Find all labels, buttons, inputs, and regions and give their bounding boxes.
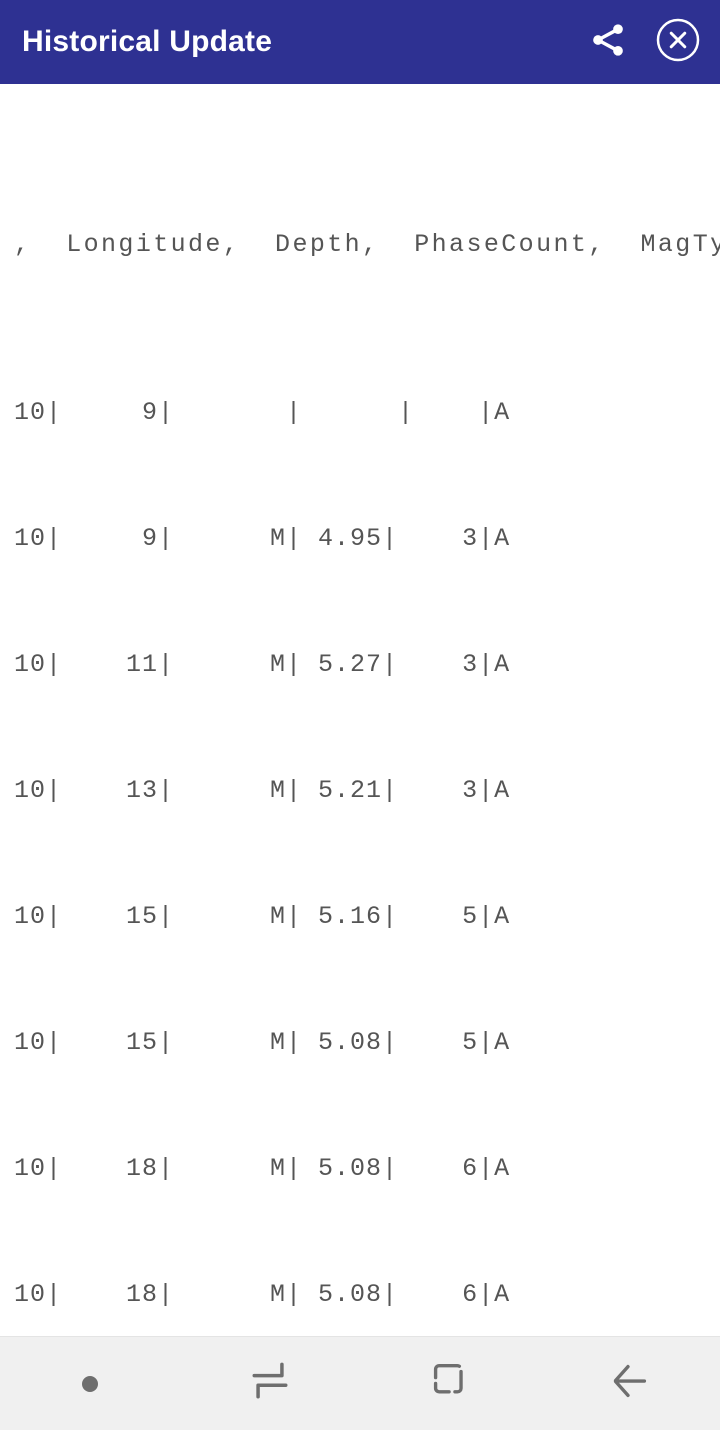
share-button[interactable]: [584, 18, 632, 66]
table-row: 10| 13| M| 5.21| 3|A: [14, 776, 511, 805]
table-row: 10| 11| M| 5.27| 3|A: [14, 650, 511, 679]
app-screen: Historical Update , Longitude, Depth, Ph…: [0, 0, 720, 1430]
table-header-row: , Longitude, Depth, PhaseCount, MagType,: [14, 230, 720, 259]
close-icon: [654, 16, 702, 69]
nav-recents-icon: [423, 1354, 477, 1413]
app-bar: Historical Update: [0, 0, 720, 84]
table-row: 10| 15| M| 5.08| 5|A: [14, 1028, 511, 1057]
table-row: 10| 9| | | |A: [14, 398, 511, 427]
share-icon: [588, 20, 628, 65]
nav-dot-indicator-button[interactable]: [0, 1337, 180, 1431]
table-row: 10| 15| M| 5.16| 5|A: [14, 902, 511, 931]
nav-back-icon: [603, 1354, 657, 1413]
system-navigation-bar: [0, 1336, 720, 1430]
nav-back-button[interactable]: [540, 1337, 720, 1431]
table-row: 10| 9| M| 4.95| 3|A: [14, 524, 511, 553]
nav-switch-icon: [243, 1354, 297, 1413]
page-title: Historical Update: [22, 25, 273, 58]
nav-switch-button[interactable]: [180, 1337, 360, 1431]
content-area[interactable]: , Longitude, Depth, PhaseCount, MagType,…: [0, 84, 720, 1336]
app-bar-actions: [584, 18, 702, 66]
table-row: 10| 18| M| 5.08| 6|A: [14, 1154, 511, 1183]
nav-recents-button[interactable]: [360, 1337, 540, 1431]
close-button[interactable]: [654, 18, 702, 66]
data-table: , Longitude, Depth, PhaseCount, MagType,…: [0, 98, 720, 1336]
table-row: 10| 18| M| 5.08| 6|A: [14, 1280, 511, 1309]
nav-dot-indicator-icon: [82, 1375, 98, 1392]
